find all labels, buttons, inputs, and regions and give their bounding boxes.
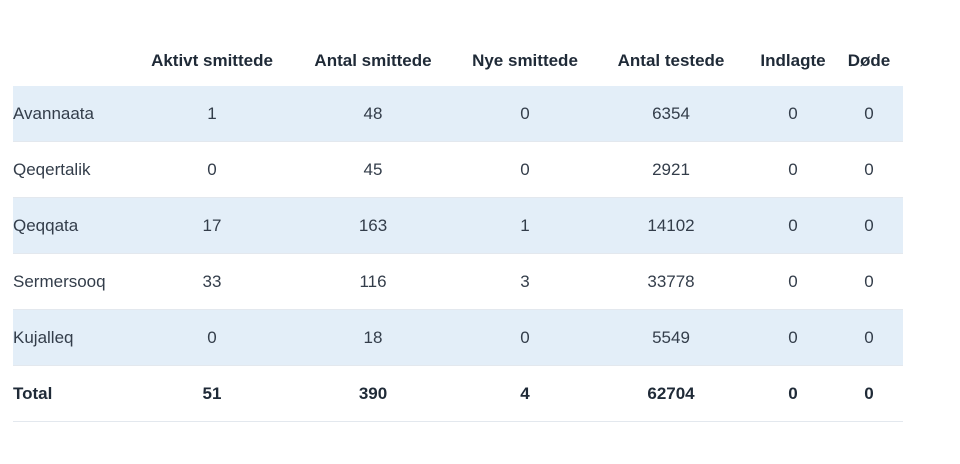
table-row: Avannaata 1 48 0 6354 0 0	[13, 86, 903, 142]
table-row: Sermersooq 33 116 3 33778 0 0	[13, 253, 903, 310]
active-infected-cell: 1	[137, 86, 287, 142]
table-row: Qeqqata 17 163 1 14102 0 0	[13, 197, 903, 254]
new-infected-cell: 0	[459, 141, 591, 198]
hospitalized-cell: 0	[751, 309, 835, 366]
covid-stats-table-container: Aktivt smittede Antal smittede Nye smitt…	[13, 36, 903, 422]
total-infected-cell: 390	[287, 365, 459, 422]
deaths-cell: 0	[835, 141, 903, 198]
total-infected-cell: 45	[287, 141, 459, 198]
tested-cell: 5549	[591, 309, 751, 366]
tested-cell: 2921	[591, 141, 751, 198]
table-row: Qeqertalik 0 45 0 2921 0 0	[13, 141, 903, 198]
tested-cell: 14102	[591, 197, 751, 254]
deaths-cell: 0	[835, 86, 903, 142]
header-new-infected: Nye smittede	[472, 51, 578, 70]
new-infected-cell: 1	[459, 197, 591, 254]
active-infected-cell: 0	[137, 309, 287, 366]
region-cell: Avannaata	[13, 86, 137, 142]
total-infected-cell: 18	[287, 309, 459, 366]
active-infected-cell: 0	[137, 141, 287, 198]
region-cell: Qeqqata	[13, 197, 137, 254]
total-tested-cell: 62704	[591, 365, 751, 422]
header-hospitalized: Indlagte	[760, 51, 826, 70]
new-infected-cell: 0	[459, 309, 591, 366]
tested-cell: 33778	[591, 253, 751, 310]
total-infected-cell: 116	[287, 253, 459, 310]
header-deaths: Døde	[847, 51, 891, 70]
hospitalized-cell: 0	[751, 197, 835, 254]
deaths-cell: 0	[835, 197, 903, 254]
header-region	[13, 36, 137, 86]
region-cell: Qeqertalik	[13, 141, 137, 198]
new-infected-cell: 0	[459, 86, 591, 142]
hospitalized-cell: 0	[751, 141, 835, 198]
tested-cell: 6354	[591, 86, 751, 142]
active-infected-cell: 33	[137, 253, 287, 310]
covid-stats-table: Aktivt smittede Antal smittede Nye smitt…	[13, 36, 903, 422]
total-hospitalized-cell: 0	[751, 365, 835, 422]
total-new-infected-cell: 4	[459, 365, 591, 422]
hospitalized-cell: 0	[751, 253, 835, 310]
deaths-cell: 0	[835, 253, 903, 310]
hospitalized-cell: 0	[751, 86, 835, 142]
table-total-row: Total 51 390 4 62704 0 0	[13, 365, 903, 422]
header-tested: Antal testede	[617, 51, 725, 70]
active-infected-cell: 17	[137, 197, 287, 254]
region-cell: Sermersooq	[13, 253, 137, 310]
total-infected-cell: 48	[287, 86, 459, 142]
table-row: Kujalleq 0 18 0 5549 0 0	[13, 309, 903, 366]
total-infected-cell: 163	[287, 197, 459, 254]
table-header-row: Aktivt smittede Antal smittede Nye smitt…	[13, 36, 903, 86]
header-active-infected: Aktivt smittede	[151, 51, 273, 70]
region-cell: Kujalleq	[13, 309, 137, 366]
total-active-infected-cell: 51	[137, 365, 287, 422]
total-deaths-cell: 0	[835, 365, 903, 422]
header-total-infected: Antal smittede	[314, 51, 432, 70]
new-infected-cell: 3	[459, 253, 591, 310]
total-label-cell: Total	[13, 365, 137, 422]
deaths-cell: 0	[835, 309, 903, 366]
